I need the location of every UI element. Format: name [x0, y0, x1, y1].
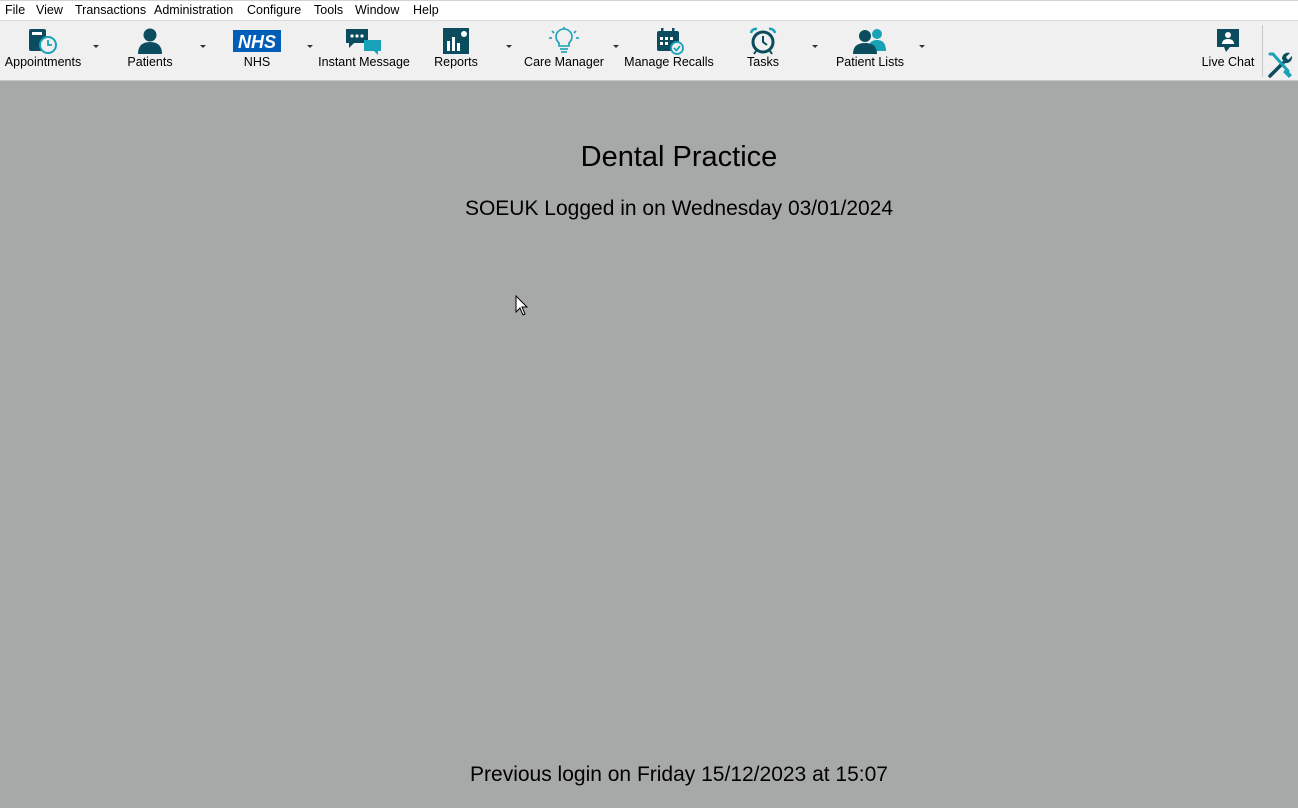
main-toolbar: Appointments Patients NHS NHS Instant Me… — [0, 21, 1298, 81]
patient-person-icon — [138, 28, 162, 54]
appointments-dropdown-arrow-icon[interactable] — [91, 41, 101, 51]
menu-tools[interactable]: Tools — [314, 3, 343, 17]
nhs-label: NHS — [243, 55, 271, 69]
tools-button[interactable] — [1264, 21, 1298, 79]
previous-login-text: Previous login on Friday 15/12/2023 at 1… — [470, 763, 888, 786]
alarm-clock-icon — [749, 27, 777, 55]
nhs-dropdown-arrow-icon[interactable] — [305, 41, 315, 51]
menu-help[interactable]: Help — [413, 3, 439, 17]
mouse-cursor-icon — [515, 295, 529, 316]
tasks-button[interactable]: Tasks — [738, 21, 788, 79]
live-chat-label: Live Chat — [1201, 55, 1255, 69]
menu-configure[interactable]: Configure — [247, 3, 301, 17]
care-manager-label: Care Manager — [524, 55, 604, 69]
toolbar-separator — [1262, 25, 1263, 77]
menu-administration[interactable]: Administration — [154, 3, 233, 17]
reports-label: Reports — [434, 55, 478, 69]
appointments-label: Appointments — [4, 55, 82, 69]
nhs-logo-text: NHS — [238, 32, 276, 52]
patients-dropdown-arrow-icon[interactable] — [198, 41, 208, 51]
nhs-button[interactable]: NHS NHS — [228, 21, 286, 79]
nhs-logo-icon: NHS — [233, 30, 281, 52]
appointments-book-clock-icon — [29, 29, 57, 54]
calendar-check-icon — [657, 28, 684, 55]
wrench-screwdriver-icon — [1268, 52, 1293, 78]
manage-recalls-button[interactable]: Manage Recalls — [624, 21, 714, 79]
appointments-button[interactable]: Appointments — [2, 21, 84, 79]
menu-file[interactable]: File — [5, 3, 25, 17]
care-manager-dropdown-arrow-icon[interactable] — [611, 41, 621, 51]
login-status-text: SOEUK Logged in on Wednesday 03/01/2024 — [464, 197, 894, 220]
main-content-area: Dental Practice SOEUK Logged in on Wedne… — [0, 81, 1298, 808]
patients-label: Patients — [127, 55, 173, 69]
reports-button[interactable]: Reports — [426, 21, 486, 79]
chat-bubbles-icon — [346, 29, 381, 55]
care-manager-button[interactable]: Care Manager — [521, 21, 607, 79]
instant-message-label: Instant Message — [318, 55, 410, 69]
manage-recalls-label: Manage Recalls — [624, 55, 714, 69]
instant-message-button[interactable]: Instant Message — [318, 21, 410, 79]
live-chat-icon — [1217, 29, 1239, 52]
patient-lists-dropdown-arrow-icon[interactable] — [917, 41, 927, 51]
menu-transactions[interactable]: Transactions — [75, 3, 146, 17]
lightbulb-icon — [549, 27, 579, 53]
patient-lists-label: Patient Lists — [835, 55, 905, 69]
menu-view[interactable]: View — [36, 3, 63, 17]
live-chat-button[interactable]: Live Chat — [1200, 21, 1256, 79]
menu-bar: File View Transactions Administration Co… — [0, 0, 1298, 21]
bar-chart-icon — [443, 28, 469, 54]
patient-lists-button[interactable]: Patient Lists — [832, 21, 908, 79]
patients-button[interactable]: Patients — [117, 21, 183, 79]
practice-name: Dental Practice — [580, 141, 778, 173]
tasks-label: Tasks — [747, 55, 779, 69]
menu-window[interactable]: Window — [355, 3, 399, 17]
tasks-dropdown-arrow-icon[interactable] — [810, 41, 820, 51]
people-group-icon — [853, 29, 886, 54]
reports-dropdown-arrow-icon[interactable] — [504, 41, 514, 51]
